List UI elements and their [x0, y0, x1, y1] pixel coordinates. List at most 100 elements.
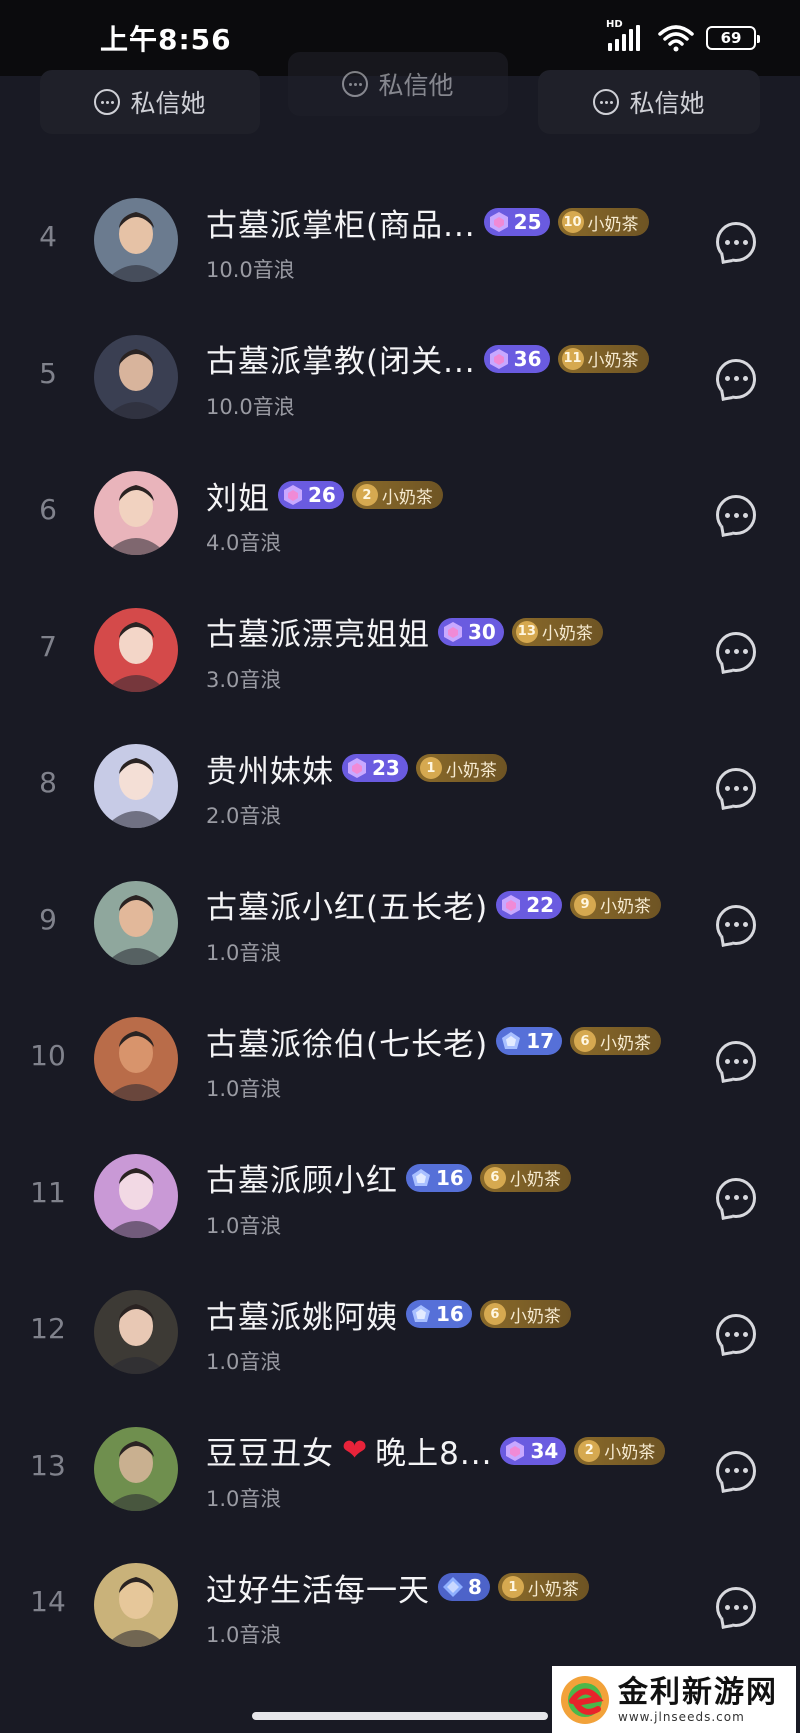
message-button[interactable]	[716, 495, 756, 535]
message-button[interactable]	[716, 768, 756, 808]
fan-club-label: 小奶茶	[604, 1443, 656, 1463]
level-value: 36	[513, 346, 542, 371]
level-gem-icon	[410, 1303, 432, 1325]
user-name[interactable]: 古墓派顾小红	[206, 1155, 398, 1200]
sound-wave-amount: 10.0音浪	[206, 394, 295, 419]
level-badge: 25	[483, 208, 550, 236]
rank-row[interactable]: 4 古墓派掌柜(商品... 25 10 小奶茶 10.0音浪	[0, 170, 800, 307]
fan-club-badge: 11 小奶茶	[557, 344, 649, 373]
rank-row[interactable]: 12 古墓派姚阿姨 16 6 小奶茶 1.0音浪	[0, 1262, 800, 1399]
fan-club-badge: 1 小奶茶	[415, 754, 507, 782]
user-name[interactable]: 古墓派小红(五长老)	[206, 882, 488, 927]
user-name[interactable]: 古墓派掌柜(商品...	[206, 200, 476, 245]
avatar[interactable]	[94, 334, 178, 419]
level-gem-icon	[410, 1167, 432, 1189]
fan-club-badge: 10 小奶茶	[557, 208, 649, 236]
fan-level-heart-icon: 1	[501, 1576, 524, 1598]
message-her-button[interactable]: 私信她	[40, 70, 260, 134]
user-name[interactable]: 过好生活每一天	[206, 1565, 430, 1610]
message-button-label: 私信他	[378, 71, 454, 100]
sound-wave-amount: 4.0音浪	[206, 531, 282, 555]
fan-level: 11	[563, 351, 582, 366]
user-name[interactable]: 古墓派姚阿姨	[206, 1292, 398, 1337]
level-badge: 36	[483, 344, 550, 373]
rank-row[interactable]: 6 刘姐 26 2 小奶茶 4.0音浪	[0, 443, 800, 580]
message-button[interactable]	[716, 904, 756, 945]
message-button[interactable]	[716, 1177, 756, 1218]
name-line: 古墓派姚阿姨 16 6 小奶茶	[206, 1292, 571, 1337]
user-name[interactable]: 古墓派徐伯(七长老)	[206, 1019, 488, 1064]
message-button[interactable]	[716, 1314, 756, 1354]
name-line: 刘姐 26 2 小奶茶	[206, 473, 443, 518]
message-button[interactable]	[716, 1587, 756, 1627]
avatar[interactable]	[94, 1563, 178, 1647]
fan-level-heart-icon: 13	[515, 620, 538, 643]
rank-row[interactable]: 8 贵州妹妹 23 1 小奶茶 2.0音浪	[0, 716, 800, 853]
fan-level: 2	[362, 487, 372, 503]
rank-row[interactable]: 7 古墓派漂亮姐姐 30 13 小奶茶 3.0音浪	[0, 580, 800, 717]
rank-row[interactable]: 11 古墓派顾小红 16 6 小奶茶 1.0音浪	[0, 1126, 800, 1263]
rank-row[interactable]: 10 古墓派徐伯(七长老) 17 6 小奶茶 1.0音浪	[0, 989, 800, 1126]
sound-wave-amount: 1.0音浪	[206, 1077, 282, 1101]
fan-level: 6	[580, 1033, 590, 1049]
fan-club-label: 小奶茶	[509, 1306, 561, 1327]
fan-club-label: 小奶茶	[587, 214, 639, 235]
rank-number: 4	[39, 220, 57, 253]
level-gem-icon	[282, 484, 304, 506]
status-time: 上午8:56	[100, 23, 232, 56]
level-value: 25	[513, 210, 542, 234]
user-name-suffix[interactable]: 晚上8...	[375, 1428, 492, 1473]
home-indicator[interactable]	[252, 1712, 548, 1720]
level-gem-icon	[500, 1030, 522, 1052]
level-gem-icon	[442, 1576, 464, 1598]
level-value: 16	[436, 1302, 464, 1326]
user-name[interactable]: 古墓派掌教(闭关...	[206, 336, 476, 381]
fan-club-badge: 6 小奶茶	[570, 1027, 662, 1055]
rank-row[interactable]: 9 古墓派小红(五长老) 22 9 小奶茶 1.0音浪	[0, 853, 800, 990]
avatar[interactable]	[94, 607, 178, 692]
user-name[interactable]: 刘姐	[206, 473, 270, 518]
avatar[interactable]	[94, 1017, 178, 1101]
avatar[interactable]	[94, 1426, 178, 1511]
fan-level-heart-icon: 6	[574, 1030, 597, 1052]
message-button-label: 私信她	[130, 89, 206, 118]
level-badge: 16	[406, 1300, 472, 1328]
fan-level-heart-icon: 10	[561, 211, 584, 233]
avatar[interactable]	[94, 1153, 178, 1238]
message-him-button[interactable]: 私信他	[288, 52, 508, 116]
level-gem-icon	[488, 211, 510, 233]
avatar[interactable]	[94, 198, 178, 282]
avatar[interactable]	[94, 471, 178, 555]
name-line: 古墓派徐伯(七长老) 17 6 小奶茶	[206, 1019, 662, 1064]
fan-level: 1	[426, 760, 436, 776]
fan-level-heart-icon: 9	[574, 893, 597, 916]
fan-club-label: 小奶茶	[587, 351, 639, 371]
message-button[interactable]	[716, 631, 756, 672]
user-name[interactable]: 贵州妹妹	[206, 746, 334, 791]
fan-level-heart-icon: 2	[578, 1439, 601, 1462]
rank-number: 13	[30, 1448, 66, 1482]
sound-wave-amount: 2.0音浪	[206, 804, 282, 828]
user-name[interactable]: 古墓派漂亮姐姐	[206, 609, 430, 654]
fan-level: 10	[563, 214, 582, 230]
rank-number: 14	[30, 1585, 66, 1618]
chat-icon	[94, 89, 121, 115]
rank-row[interactable]: 5 古墓派掌教(闭关... 36 11 小奶茶 10.0音浪	[0, 307, 800, 444]
message-button[interactable]	[716, 222, 756, 262]
rank-row[interactable]: 14 过好生活每一天 8 1 小奶茶 1.0音浪	[0, 1535, 800, 1672]
message-her-button[interactable]: 私信她	[538, 70, 760, 134]
rank-row[interactable]: 13 豆豆丑女 ❤ 晚上8... 34 2 小奶茶 1.0音浪	[0, 1399, 800, 1536]
avatar[interactable]	[94, 880, 178, 965]
fan-level-heart-icon: 6	[483, 1303, 506, 1325]
sound-wave-amount: 1.0音浪	[206, 1350, 282, 1374]
user-name[interactable]: 豆豆丑女	[206, 1428, 334, 1473]
fan-club-label: 小奶茶	[541, 624, 593, 644]
level-badge: 8	[438, 1573, 490, 1601]
avatar[interactable]	[94, 744, 178, 828]
message-button[interactable]	[716, 1450, 756, 1491]
sound-wave-amount: 10.0音浪	[206, 258, 295, 282]
fan-level: 9	[580, 897, 590, 912]
message-button[interactable]	[716, 358, 756, 399]
message-button[interactable]	[716, 1041, 756, 1081]
avatar[interactable]	[94, 1290, 178, 1374]
